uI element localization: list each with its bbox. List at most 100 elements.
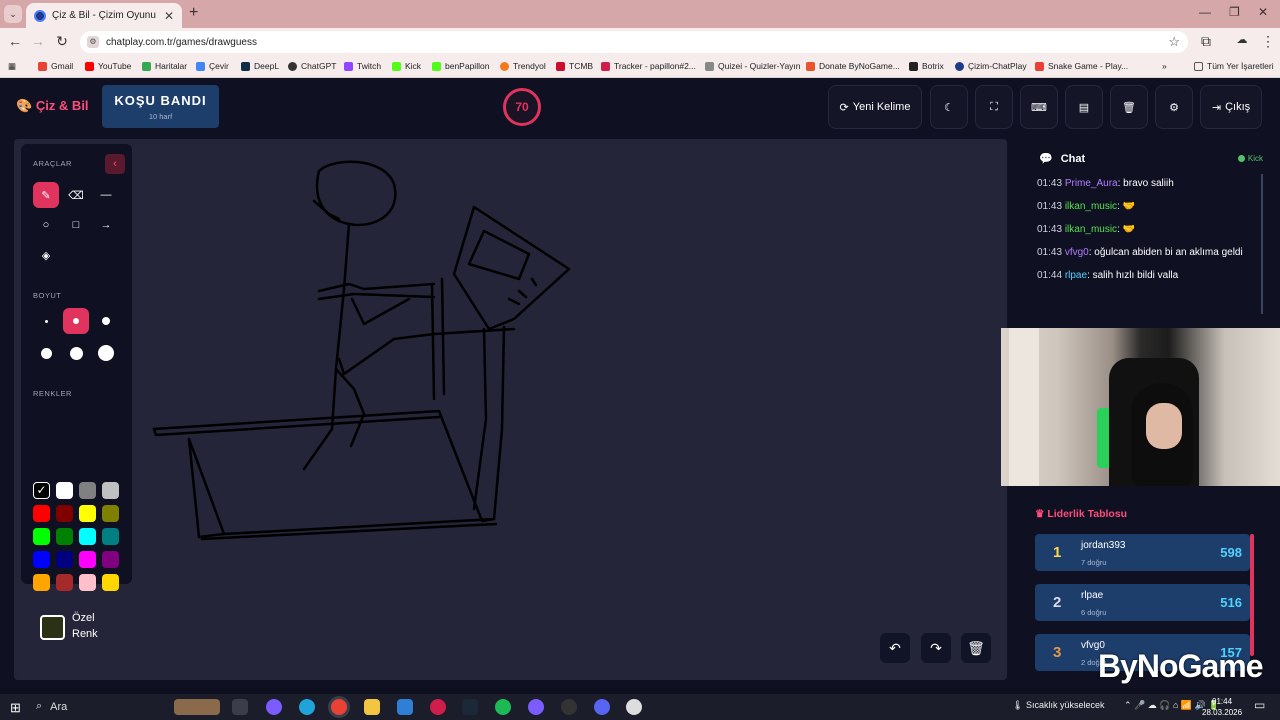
copilot-icon[interactable] [266, 699, 282, 715]
bookmark-botrix[interactable]: Botrix [909, 61, 944, 71]
bookmark-maps[interactable]: Haritalar [142, 61, 187, 71]
theme-toggle-button[interactable]: ☾ [930, 85, 968, 129]
message-user[interactable]: rlpae [1065, 270, 1087, 281]
mail-icon[interactable] [397, 699, 413, 715]
minimize-button[interactable]: — [1199, 5, 1211, 19]
browser-tab[interactable]: Çiz & Bil - Çizim Oyunu ✕ [26, 3, 182, 28]
bookmark-trendyol[interactable]: Trendyol [500, 61, 546, 71]
logout-button[interactable]: ⇥ Çıkış [1200, 85, 1262, 129]
color-swatch[interactable] [102, 482, 119, 499]
collapse-panel-button[interactable]: ‹ [105, 154, 125, 174]
color-swatch[interactable] [102, 505, 119, 522]
color-swatch[interactable]: ✓ [33, 482, 50, 499]
size-option-4[interactable] [33, 340, 59, 366]
reload-icon[interactable]: ↻ [52, 33, 72, 50]
forward-icon[interactable]: → [28, 33, 48, 49]
bookmark-donate[interactable]: Donate ByNoGame... [806, 61, 900, 71]
bookmark-twitch[interactable]: Twitch [344, 61, 381, 71]
size-option-3[interactable] [93, 308, 119, 334]
color-swatch[interactable] [33, 505, 50, 522]
steam-icon[interactable] [462, 699, 478, 715]
circle-tool-button[interactable]: ○ [33, 212, 59, 238]
message-user[interactable]: ilkan_music [1065, 224, 1117, 235]
color-swatch[interactable] [79, 528, 96, 545]
windows-start-icon[interactable]: ⊞ [10, 700, 21, 716]
color-swatch[interactable] [33, 528, 50, 545]
search-highlight-icon[interactable] [174, 699, 220, 715]
color-swatch[interactable] [56, 528, 73, 545]
message-user[interactable]: ilkan_music [1065, 201, 1117, 212]
bookmark-snake[interactable]: Snake Game - Play... [1035, 61, 1128, 71]
task-view-icon[interactable] [232, 699, 248, 715]
color-swatch[interactable] [33, 551, 50, 568]
eraser-tool-button[interactable]: ⌫ [63, 182, 89, 208]
color-swatch[interactable] [56, 551, 73, 568]
arrow-tool-button[interactable]: → [93, 212, 119, 238]
new-tab-button[interactable]: + [189, 4, 198, 22]
bookmark-quizei[interactable]: Quizei - Quizler-Yayın [705, 61, 801, 71]
color-swatch[interactable] [79, 574, 96, 591]
message-user[interactable]: Prime_Aura [1065, 178, 1118, 189]
leaderboard-scrollbar[interactable] [1250, 534, 1254, 656]
size-option-1[interactable] [33, 308, 59, 334]
settings-button[interactable]: ⚙ [1155, 85, 1193, 129]
bookmark-tcmb[interactable]: TCMB [556, 61, 593, 71]
all-bookmarks[interactable]: Tüm Yer İşaretleri [1194, 61, 1274, 71]
bookmark-translate[interactable]: Çevir [196, 61, 229, 71]
color-swatch[interactable] [56, 574, 73, 591]
chatgpt-app-icon[interactable] [626, 699, 642, 715]
pen-tool-button[interactable]: ✎ [33, 182, 59, 208]
size-option-6[interactable] [93, 340, 119, 366]
bookmark-cizim-chatplay[interactable]: Çizim-ChatPlay [955, 61, 1027, 71]
redo-button[interactable]: ↷ [921, 633, 951, 663]
custom-color-swatch[interactable] [40, 615, 65, 640]
color-swatch[interactable] [33, 574, 50, 591]
size-option-5[interactable] [63, 340, 89, 366]
apps-icon[interactable]: ▦ [8, 61, 16, 72]
keyboard-button[interactable]: ⌨ [1020, 85, 1058, 129]
spotify-icon[interactable] [495, 699, 511, 715]
notification-icon[interactable]: ▭ [1254, 698, 1265, 712]
app-icon[interactable] [528, 699, 544, 715]
custom-color-label[interactable]: Özel Renk [72, 610, 98, 642]
close-window-button[interactable]: ✕ [1258, 5, 1268, 19]
restore-button[interactable]: ❐ [1229, 5, 1240, 19]
address-bar[interactable]: ⚙ chatplay.com.tr/games/drawguess ☆ [80, 31, 1188, 53]
opera-icon[interactable] [430, 699, 446, 715]
file-explorer-icon[interactable] [364, 699, 380, 715]
obs-icon[interactable] [561, 699, 577, 715]
bookmark-benpapillon[interactable]: benPapillon [432, 61, 489, 71]
rectangle-tool-button[interactable]: □ [63, 212, 89, 238]
line-tool-button[interactable]: — [93, 182, 119, 208]
chat-scrollbar[interactable] [1261, 174, 1263, 314]
color-swatch[interactable] [56, 505, 73, 522]
bookmark-kick[interactable]: Kick [392, 61, 421, 71]
color-swatch[interactable] [102, 551, 119, 568]
color-swatch[interactable] [102, 574, 119, 591]
bookmark-deepl[interactable]: DeepL [241, 61, 279, 71]
close-tab-icon[interactable]: ✕ [164, 9, 174, 23]
chrome-icon[interactable] [331, 699, 347, 715]
message-user[interactable]: vfvg0 [1065, 247, 1089, 258]
bookmark-tracker[interactable]: Tracker - papillon#2... [601, 61, 696, 71]
color-swatch[interactable] [79, 482, 96, 499]
edge-icon[interactable] [299, 699, 315, 715]
tab-list-button[interactable]: ⌄ [4, 5, 22, 23]
profile-avatar[interactable]: ☁ [1230, 33, 1254, 46]
back-icon[interactable]: ← [5, 33, 25, 49]
bookmark-gmail[interactable]: Gmail [38, 61, 73, 71]
clear-canvas-button[interactable]: 🗑 [961, 633, 991, 663]
menu-icon[interactable]: ⋮ [1258, 33, 1278, 50]
taskbar-search[interactable]: ⌕ Ara [36, 700, 67, 713]
color-swatch[interactable] [79, 551, 96, 568]
fullscreen-button[interactable]: ⛶ [975, 85, 1013, 129]
color-swatch[interactable] [79, 505, 96, 522]
color-swatch[interactable] [102, 528, 119, 545]
color-swatch[interactable] [56, 482, 73, 499]
new-word-button[interactable]: ⟳ Yeni Kelime [828, 85, 922, 129]
weather-widget[interactable]: 🌡 Sıcaklık yükselecek [1012, 700, 1104, 711]
system-clock[interactable]: 01:44 28.03.2026 [1202, 696, 1242, 718]
extensions-icon[interactable]: ⧉ [1196, 33, 1216, 50]
bookmark-chatgpt[interactable]: ChatGPT [288, 61, 336, 71]
bookmark-youtube[interactable]: YouTube [85, 61, 131, 71]
